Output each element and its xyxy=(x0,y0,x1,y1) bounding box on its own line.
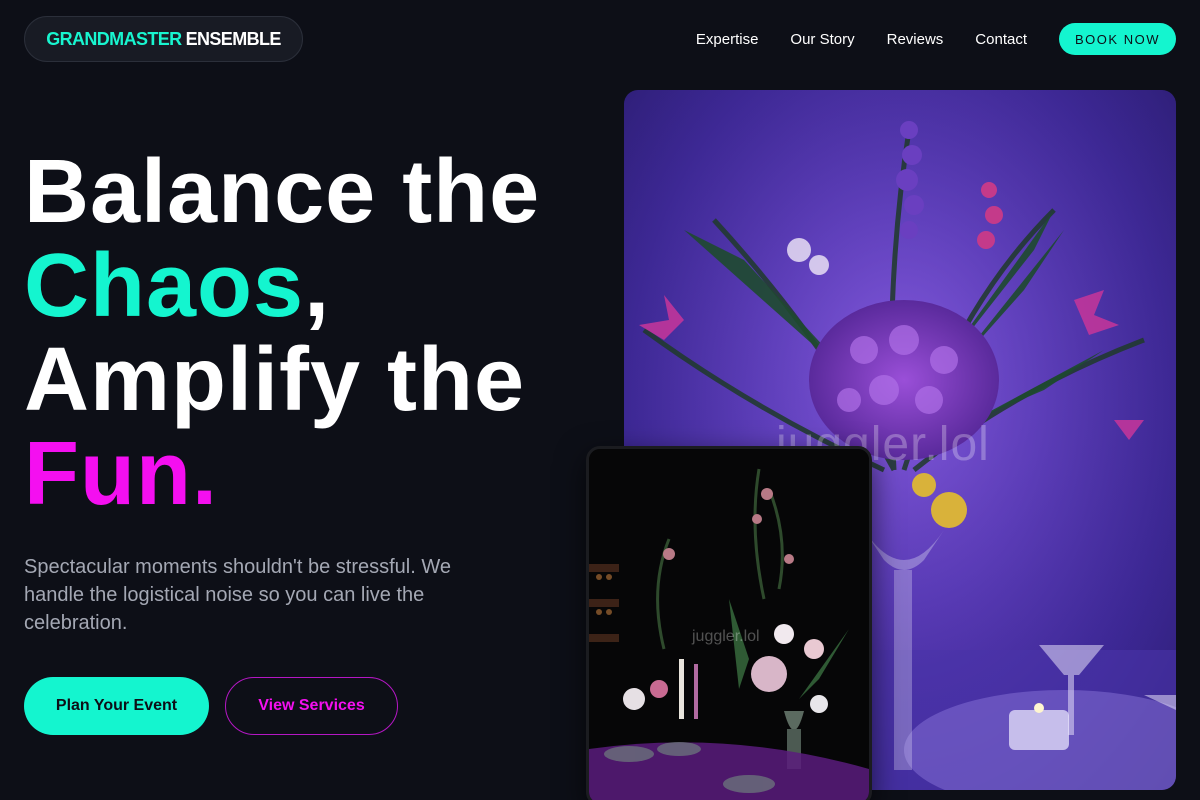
main-nav: Expertise Our Story Reviews Contact BOOK… xyxy=(696,23,1176,55)
headline-line-1: Balance the xyxy=(24,142,541,242)
plan-event-button[interactable]: Plan Your Event xyxy=(24,677,209,735)
brand-logo[interactable]: GRANDMASTER ENSEMBLE xyxy=(24,16,303,62)
brand-logo-main: ENSEMBLE xyxy=(185,28,282,49)
hero-subtitle: Spectacular moments shouldn't be stressf… xyxy=(24,556,451,634)
nav-link-our-story[interactable]: Our Story xyxy=(790,31,854,48)
headline-comma: , xyxy=(304,236,331,336)
nav-link-expertise[interactable]: Expertise xyxy=(696,31,759,48)
headline-line-4: Fun. xyxy=(24,427,540,521)
nav-link-contact[interactable]: Contact xyxy=(975,31,1027,48)
nav-link-reviews[interactable]: Reviews xyxy=(887,31,944,48)
headline-line-3: Amplify the xyxy=(24,330,526,430)
headline-fun: Fun xyxy=(24,424,192,524)
headline-chaos: Chaos xyxy=(24,236,305,336)
page: GRANDMASTER ENSEMBLE Expertise Our Story … xyxy=(0,0,1200,800)
view-services-button[interactable]: View Services xyxy=(225,677,398,735)
dark-table-floral-image: juggler.lol xyxy=(586,446,872,800)
table-illustration xyxy=(589,449,869,800)
headline-line-2: Chaos, xyxy=(24,239,540,333)
small-photo-watermark: juggler.lol xyxy=(692,628,760,645)
hero-headline: Balance the Chaos, Amplify the Fun. xyxy=(24,145,540,521)
headline-period: . xyxy=(191,424,218,524)
book-now-button[interactable]: BOOK NOW xyxy=(1059,23,1176,55)
brand-logo-accent: GRANDMASTER xyxy=(46,28,182,49)
